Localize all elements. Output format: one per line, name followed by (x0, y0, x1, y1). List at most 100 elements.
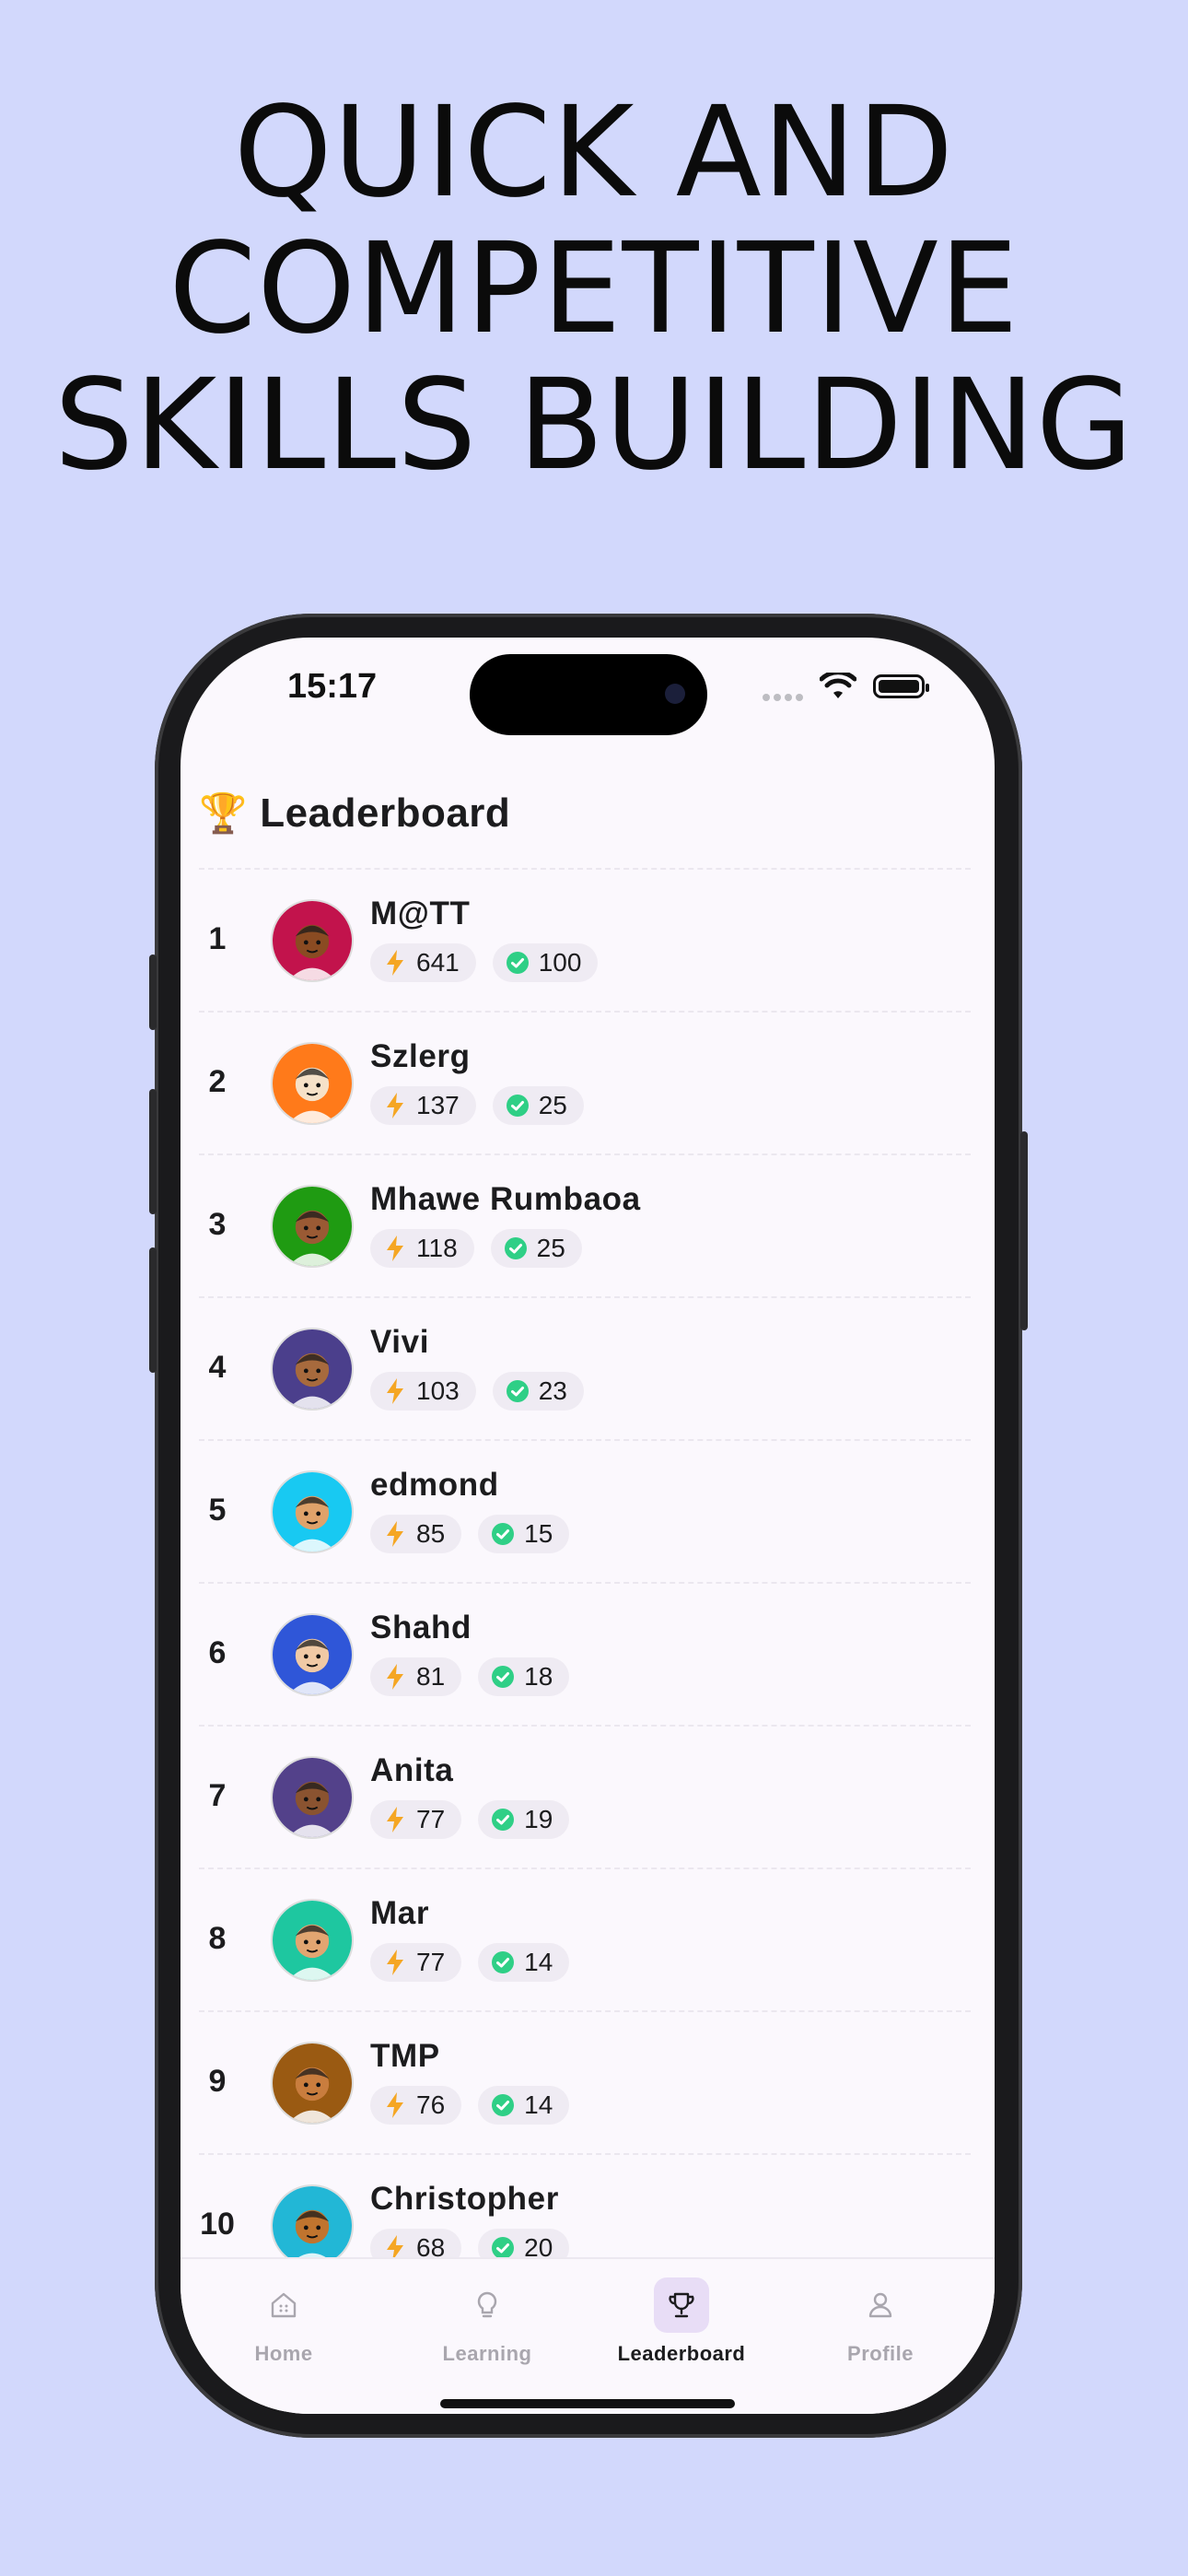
user-name: Anita (370, 1752, 454, 1788)
user-name: M@TT (370, 896, 471, 931)
cellular-signal-icon (763, 689, 807, 701)
tab-label: Profile (847, 2342, 914, 2365)
completed-value: 25 (536, 1234, 565, 1262)
xp-value: 77 (416, 1948, 446, 1976)
leaderboard-list: 1 M@TT 641 100 2 Szlerg 137 25 3 Mhawe Rumbaoa 118… (199, 868, 971, 2298)
stats-chips: 77 14 (370, 1943, 570, 1982)
leaderboard-row[interactable]: 3 Mhawe Rumbaoa 118 25 (199, 1155, 971, 1296)
status-time: 15:17 (287, 667, 378, 706)
check-circle-icon (491, 1950, 515, 1974)
leaderboard-row[interactable]: 4 Vivi 103 23 (199, 1298, 971, 1439)
leaderboard-row[interactable]: 2 Szlerg 137 25 (199, 1013, 971, 1153)
stats-chips: 118 25 (370, 1229, 582, 1268)
leaderboard-row[interactable]: 1 M@TT 641 100 (199, 870, 971, 1011)
completed-chip: 19 (478, 1800, 570, 1839)
completed-chip: 14 (478, 2086, 570, 2125)
rank-number: 7 (208, 1778, 227, 1813)
page-title: Leaderboard (260, 790, 511, 836)
avatar (271, 899, 354, 982)
completed-chip: 15 (478, 1515, 570, 1553)
status-bar: 15:17 (181, 638, 995, 739)
leaderboard-row[interactable]: 7 Anita 77 19 (199, 1727, 971, 1868)
tab-leaderboard[interactable]: Leaderboard (580, 2277, 783, 2366)
completed-value: 25 (538, 1091, 567, 1119)
xp-value: 85 (416, 1519, 446, 1548)
avatar (271, 1470, 354, 1553)
rank-number: 2 (208, 1064, 227, 1099)
lightning-icon (383, 1520, 416, 1548)
completed-value: 14 (524, 2090, 553, 2119)
lightning-icon (383, 1949, 416, 1976)
xp-value: 118 (416, 1234, 458, 1262)
completed-chip: 25 (492, 1086, 584, 1125)
stats-chips: 81 18 (370, 1657, 570, 1696)
headline-line: SKILLS BUILDING (53, 353, 1135, 498)
headline-line: COMPETITIVE (169, 217, 1019, 362)
stats-chips: 76 14 (370, 2086, 570, 2125)
xp-chip: 77 (370, 1943, 462, 1982)
user-name: Mhawe Rumbaoa (370, 1181, 641, 1217)
stats-chips: 641 100 (370, 943, 599, 982)
tab-learning[interactable]: Learning (386, 2277, 588, 2366)
xp-chip: 85 (370, 1515, 462, 1553)
lightning-icon (383, 1806, 416, 1833)
check-circle-icon (504, 1236, 528, 1260)
check-circle-icon (506, 1379, 530, 1403)
user-name: Vivi (370, 1324, 430, 1360)
leaderboard-row[interactable]: 9 TMP 76 14 (199, 2012, 971, 2153)
user-name: Shahd (370, 1610, 472, 1645)
user-name: Mar (370, 1895, 430, 1931)
lightning-icon (383, 2091, 416, 2119)
tab-home[interactable]: Home (182, 2277, 385, 2366)
completed-value: 100 (538, 948, 582, 977)
avatar (271, 1042, 354, 1125)
leaderboard-row[interactable]: 6 Shahd 81 18 (199, 1584, 971, 1725)
completed-chip: 25 (490, 1229, 582, 1268)
rank-number: 9 (208, 2064, 227, 2099)
rank-number: 1 (208, 921, 227, 956)
lightning-icon (383, 1092, 416, 1119)
avatar (271, 1899, 354, 1982)
trophy-icon (654, 2277, 709, 2333)
lightning-icon (383, 949, 416, 977)
lightbulb-icon (460, 2277, 515, 2333)
xp-value: 103 (416, 1376, 460, 1405)
lightning-icon (383, 1235, 416, 1262)
xp-chip: 81 (370, 1657, 462, 1696)
stats-chips: 137 25 (370, 1086, 584, 1125)
user-name: Christopher (370, 2181, 559, 2217)
user-name: TMP (370, 2038, 440, 2074)
xp-value: 81 (416, 1662, 446, 1691)
power-button (1020, 1131, 1028, 1330)
avatar (271, 1328, 354, 1411)
battery-icon (873, 674, 929, 698)
xp-chip: 137 (370, 1086, 476, 1125)
dynamic-island (470, 654, 707, 735)
leaderboard-row[interactable]: 5 edmond 85 15 (199, 1441, 971, 1582)
stats-chips: 77 19 (370, 1800, 570, 1839)
avatar (271, 2042, 354, 2125)
wifi-icon (820, 673, 856, 698)
xp-value: 137 (416, 1091, 460, 1119)
camera-icon (665, 684, 685, 704)
tab-profile[interactable]: Profile (779, 2277, 982, 2366)
completed-value: 15 (524, 1519, 553, 1548)
xp-chip: 77 (370, 1800, 462, 1839)
completed-value: 19 (524, 1805, 553, 1833)
check-circle-icon (506, 1094, 530, 1118)
completed-value: 23 (538, 1376, 567, 1405)
completed-value: 14 (524, 1948, 553, 1976)
avatar (271, 1613, 354, 1696)
avatar (271, 2184, 354, 2267)
rank-number: 4 (208, 1350, 227, 1385)
stats-chips: 85 15 (370, 1515, 570, 1553)
xp-chip: 641 (370, 943, 476, 982)
check-circle-icon (491, 1808, 515, 1832)
headline-line: QUICK AND (233, 80, 955, 226)
xp-value: 77 (416, 1805, 446, 1833)
marketing-headline: QUICK AND COMPETITIVE SKILLS BUILDING (0, 85, 1188, 494)
leaderboard-row[interactable]: 8 Mar 77 14 (199, 1869, 971, 2010)
xp-chip: 103 (370, 1372, 476, 1411)
check-circle-icon (491, 1665, 515, 1689)
xp-value: 641 (416, 948, 460, 977)
